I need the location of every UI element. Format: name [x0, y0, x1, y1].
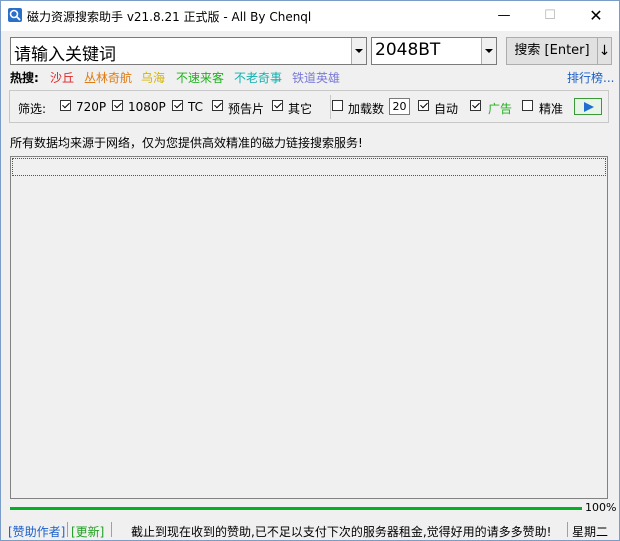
chevron-down-icon [355, 49, 363, 53]
filter-1080p-checkbox[interactable] [112, 100, 123, 111]
weekday-text: 星期二 [572, 525, 609, 539]
progress-bar [10, 507, 582, 510]
hot-item[interactable]: 沙丘 [50, 69, 74, 86]
filter-720p-label[interactable]: 720P [76, 100, 106, 114]
app-icon [8, 8, 22, 22]
hot-item[interactable]: 乌海 [141, 69, 165, 86]
keyword-input[interactable]: 请输入关键词 [14, 40, 116, 65]
filter-other-checkbox[interactable] [272, 100, 283, 111]
hot-item[interactable]: 丛林奇航 [84, 69, 132, 86]
load-count-checkbox[interactable] [332, 100, 343, 111]
engine-select[interactable]: 2048BT [371, 37, 497, 65]
filter-720p-checkbox[interactable] [60, 100, 71, 111]
exact-checkbox[interactable] [522, 100, 533, 111]
filter-tc-checkbox[interactable] [172, 100, 183, 111]
chevron-down-icon [485, 49, 493, 53]
hot-item[interactable]: 不速来客 [176, 69, 224, 86]
play-button[interactable] [574, 98, 602, 115]
ranking-link[interactable]: 排行榜... [567, 69, 614, 86]
app-window: 磁力资源搜索助手 v21.8.21 正式版 - All By Chenql — … [0, 0, 620, 541]
update-link[interactable]: [更新] [71, 523, 104, 540]
hot-item[interactable]: 不老奇事 [234, 69, 282, 86]
title-bar[interactable]: 磁力资源搜索助手 v21.8.21 正式版 - All By Chenql — … [1, 1, 619, 31]
filter-label: 筛选: [18, 102, 47, 116]
search-button[interactable]: 搜索 [Enter] [506, 37, 598, 65]
filter-trailer-checkbox[interactable] [212, 100, 223, 111]
notice-text: 所有数据均来源于网络，仅为您提供高效精准的磁力链接搜索服务! [10, 136, 363, 150]
focused-list-row[interactable] [12, 158, 606, 176]
ads-label[interactable]: 广告 [488, 100, 512, 117]
close-button[interactable]: ✕ [573, 1, 619, 31]
load-count-input[interactable]: 20 [389, 98, 410, 115]
hot-item[interactable]: 铁道英雄 [292, 69, 340, 86]
exact-label[interactable]: 精准 [539, 100, 563, 117]
filter-trailer-label[interactable]: 预告片 [228, 100, 264, 117]
ads-checkbox[interactable] [470, 100, 481, 111]
divider [567, 522, 568, 537]
status-message: 截止到现在收到的赞助,已不足以支付下次的服务器租金,觉得好用的请多多赞助! [131, 525, 552, 539]
search-extra-button[interactable]: ↓ [597, 37, 612, 65]
auto-checkbox[interactable] [418, 100, 429, 111]
minimize-button[interactable]: — [481, 1, 527, 31]
status-bar: [赞助作者] [更新] 截止到现在收到的赞助,已不足以支付下次的服务器租金,觉得… [1, 518, 619, 540]
results-list[interactable] [10, 156, 608, 499]
hot-search-label: 热搜: [10, 71, 39, 85]
divider [111, 522, 112, 537]
engine-dropdown-button[interactable] [481, 38, 496, 64]
play-icon [584, 102, 594, 112]
maximize-button[interactable]: ☐ [527, 1, 573, 31]
window-title: 磁力资源搜索助手 v21.8.21 正式版 - All By Chenql [27, 10, 312, 24]
keyword-combobox[interactable]: 请输入关键词 [10, 37, 367, 65]
load-count-label[interactable]: 加载数 [348, 100, 384, 117]
divider [67, 522, 68, 537]
keyword-dropdown-button[interactable] [351, 38, 366, 64]
filter-tc-label[interactable]: TC [188, 100, 203, 114]
filter-1080p-label[interactable]: 1080P [128, 100, 166, 114]
sponsor-link[interactable]: [赞助作者] [8, 523, 65, 540]
filter-group: 筛选: 720P 1080P TC 预告片 其它 加载数 20 自动 广告 精准 [9, 90, 609, 123]
progress-percent: 100% [585, 501, 617, 514]
divider [330, 95, 331, 119]
engine-selected-value: 2048BT [375, 40, 441, 60]
auto-label[interactable]: 自动 [434, 100, 458, 117]
filter-other-label[interactable]: 其它 [288, 100, 312, 117]
